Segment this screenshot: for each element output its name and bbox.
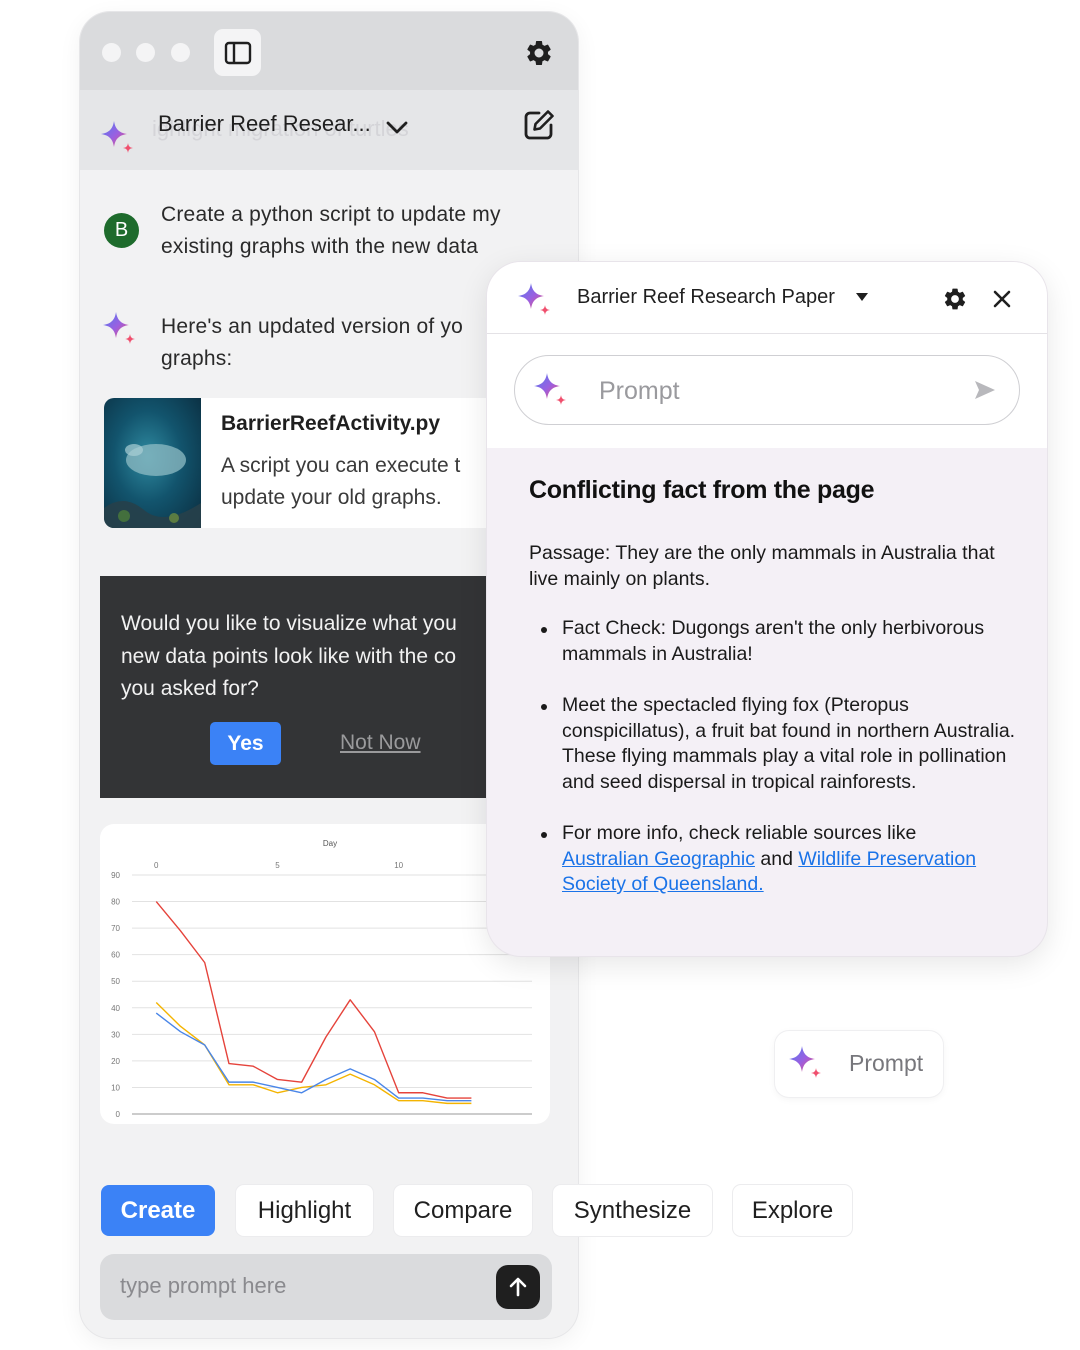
prompt-chip[interactable]: Prompt xyxy=(775,1031,943,1097)
panel-settings-gear-icon[interactable] xyxy=(942,286,968,312)
line-chart: 0 10 20 30 40 50 60 70 80 90 0 5 10 Day xyxy=(111,839,532,1119)
series-line xyxy=(155,1001,472,1105)
yes-button[interactable]: Yes xyxy=(210,722,281,765)
y-tick-label: 30 xyxy=(111,1030,120,1039)
ai-sparkle-icon xyxy=(518,283,550,315)
ai-sparkle-icon xyxy=(103,312,135,344)
fact-check-list: Fact Check: Dugongs aren't the only herb… xyxy=(529,616,1029,924)
compare-button[interactable]: Compare xyxy=(394,1185,532,1236)
caret-down-icon[interactable] xyxy=(855,291,869,303)
prompt-placeholder: type prompt here xyxy=(120,1273,287,1298)
australian-geographic-link[interactable]: Australian Geographic xyxy=(562,848,755,870)
y-tick-label: 20 xyxy=(111,1057,120,1066)
chat-header: ighlight migration of turtles Barrier Re… xyxy=(80,90,578,170)
user-message: Create a python script to update my exis… xyxy=(161,199,501,263)
fact-check-item: For more info, check reliable sources li… xyxy=(529,821,1029,898)
sources-prefix: For more info, check reliable sources li… xyxy=(562,822,917,844)
user-message-line: existing graphs with the new data xyxy=(161,235,479,258)
and-text: and xyxy=(760,847,793,870)
panel-header: Barrier Reef Research Paper xyxy=(487,262,1047,334)
chevron-down-icon[interactable] xyxy=(384,114,410,140)
ai-message-line: graphs: xyxy=(161,347,233,370)
title-bar xyxy=(80,12,578,90)
y-tick-label: 90 xyxy=(111,871,120,880)
y-tick-label: 70 xyxy=(111,924,120,933)
ai-message: Here's an updated version of yo graphs: xyxy=(161,311,463,375)
y-tick-label: 50 xyxy=(111,977,120,986)
new-chat-edit-icon[interactable] xyxy=(522,108,556,142)
x-tick-label: 5 xyxy=(275,861,280,870)
chart-card: 0 10 20 30 40 50 60 70 80 90 0 5 10 Day xyxy=(100,824,550,1124)
x-axis-title: Day xyxy=(323,839,337,848)
window-zoom-dot[interactable] xyxy=(171,43,190,62)
x-tick-label: 10 xyxy=(394,861,403,870)
fact-check-item: Meet the spectacled flying fox (Pteropus… xyxy=(529,693,1029,795)
sidebar-toggle-button[interactable] xyxy=(214,29,261,76)
series-line xyxy=(155,901,472,1099)
synthesize-button[interactable]: Synthesize xyxy=(553,1185,712,1236)
create-button[interactable]: Create xyxy=(101,1185,215,1236)
chat-title[interactable]: Barrier Reef Resear... xyxy=(158,111,371,137)
send-button[interactable] xyxy=(496,1265,540,1309)
x-tick-label: 0 xyxy=(154,861,159,870)
sidebar-icon xyxy=(224,41,251,64)
ai-sparkle-icon xyxy=(101,121,133,153)
y-tick-label: 80 xyxy=(111,898,120,907)
panel-title[interactable]: Barrier Reef Research Paper xyxy=(577,286,835,309)
y-tick-label: 40 xyxy=(111,1004,120,1013)
y-tick-label: 60 xyxy=(111,951,120,960)
user-avatar: B xyxy=(104,213,139,248)
panel-heading: Conflicting fact from the page xyxy=(529,476,875,504)
file-name: BarrierReefActivity.py xyxy=(221,412,441,435)
fact-check-panel: Barrier Reef Research Paper Prompt Confl… xyxy=(487,262,1047,956)
fact-check-item: Fact Check: Dugongs aren't the only herb… xyxy=(529,616,1029,667)
highlight-button[interactable]: Highlight xyxy=(236,1185,373,1236)
ai-sparkle-icon xyxy=(789,1046,821,1078)
passage-text: Passage: They are the only mammals in Au… xyxy=(529,542,995,590)
settings-gear-icon[interactable] xyxy=(524,38,554,68)
window-close-dot[interactable] xyxy=(102,43,121,62)
ai-message-line: Here's an updated version of yo xyxy=(161,315,464,338)
prompt-input[interactable]: type prompt here xyxy=(100,1254,552,1320)
send-arrow-icon[interactable] xyxy=(973,378,997,402)
y-tick-label: 0 xyxy=(116,1110,121,1119)
panel-prompt-placeholder: Prompt xyxy=(599,377,680,405)
user-message-line: Create a python script to update my xyxy=(161,203,501,226)
y-tick-label: 10 xyxy=(111,1083,120,1092)
prompt-chip-label: Prompt xyxy=(849,1050,924,1076)
window-minimize-dot[interactable] xyxy=(136,43,155,62)
not-now-link[interactable]: Not Now xyxy=(340,731,421,755)
panel-prompt-input[interactable]: Prompt xyxy=(514,355,1020,425)
ai-sparkle-icon xyxy=(534,373,566,405)
file-thumbnail-image xyxy=(104,398,201,528)
explore-button[interactable]: Explore xyxy=(733,1185,852,1236)
arrow-up-icon xyxy=(509,1277,527,1297)
panel-prompt-area: Prompt xyxy=(487,334,1047,448)
close-icon[interactable] xyxy=(990,287,1014,311)
